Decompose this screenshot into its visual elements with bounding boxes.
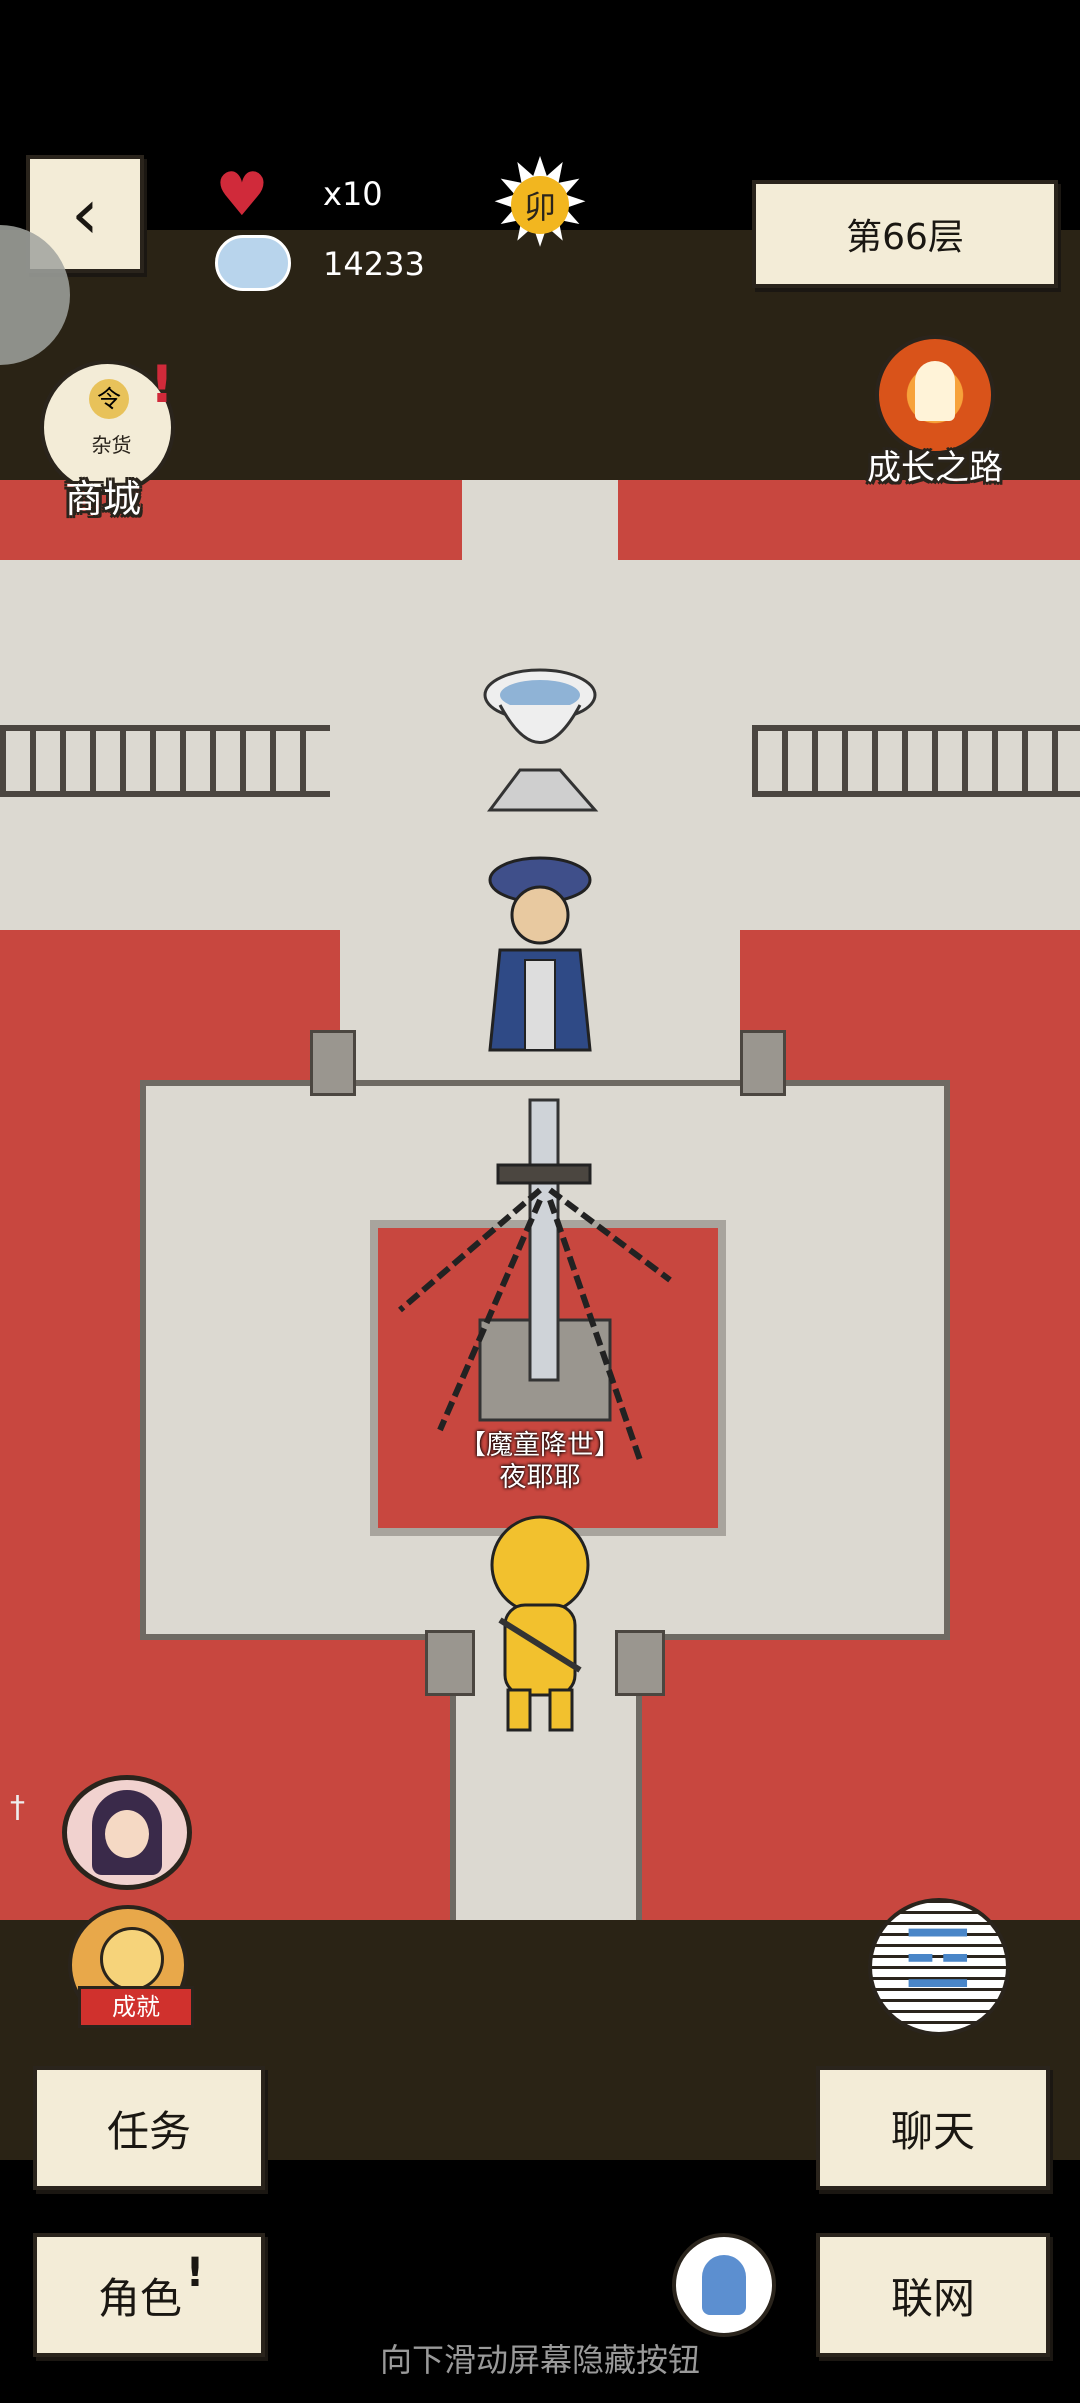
heart-icon: ♥: [215, 160, 269, 230]
stone-post: [615, 1630, 665, 1696]
npc-name: 夜耶耶: [499, 1462, 581, 1493]
shop-sign-top: 令: [89, 379, 129, 419]
shop-alert-icon: !: [150, 355, 174, 415]
meditate-button[interactable]: [672, 2233, 776, 2337]
floor-indicator: 第66层: [752, 180, 1058, 288]
railing-left: [0, 725, 330, 797]
growth-road-label: 成长之路: [867, 448, 1003, 488]
hearts-count: x10: [323, 175, 383, 213]
companion-face-icon: [105, 1810, 149, 1858]
railing-right: [752, 725, 1080, 797]
top-corridor: [462, 480, 618, 580]
medal-icon: [100, 1927, 164, 1991]
auto-run-button[interactable]: ☲: [868, 1898, 1010, 2036]
currency-amount: 14233: [323, 245, 425, 283]
companion-avatar[interactable]: [62, 1775, 192, 1890]
achievement-label: 成就: [78, 1986, 194, 2028]
back-arrow-icon: ‹: [71, 173, 99, 255]
role-alert-icon: !: [185, 2250, 205, 2296]
chat-button[interactable]: 聊天: [816, 2066, 1050, 2190]
stone-post: [740, 1030, 786, 1096]
hide-buttons-hint: 向下滑动屏幕隐藏按钮: [379, 2341, 700, 2379]
task-button[interactable]: 任务: [33, 2066, 265, 2190]
npc-title: 【魔童降世】: [459, 1430, 621, 1461]
sun-time-badge[interactable]: ✹ 卯: [480, 145, 600, 265]
npc-label: 【魔童降世】 夜耶耶: [420, 1430, 660, 1494]
stone-bowl-fountain[interactable]: [460, 660, 620, 830]
cloud-currency-icon: [215, 235, 291, 291]
time-char: 卯: [511, 176, 569, 234]
shop-label: 商城: [65, 477, 142, 521]
game-map[interactable]: 【魔童降世】 夜耶耶: [0, 480, 1080, 1920]
role-label: 角色: [97, 2273, 182, 2323]
bone-icon: †: [10, 1790, 25, 1825]
growth-road-button[interactable]: [875, 335, 995, 455]
meditation-icon: [702, 2255, 746, 2315]
npc-old-man[interactable]: [465, 850, 615, 1070]
stone-post: [310, 1030, 356, 1096]
shop-sign-bottom: 杂货: [91, 433, 132, 457]
growth-figure-icon: [915, 361, 955, 421]
running-man-icon: ☲: [902, 1913, 974, 2006]
stone-post: [425, 1630, 475, 1696]
player-character[interactable]: [480, 1510, 600, 1740]
